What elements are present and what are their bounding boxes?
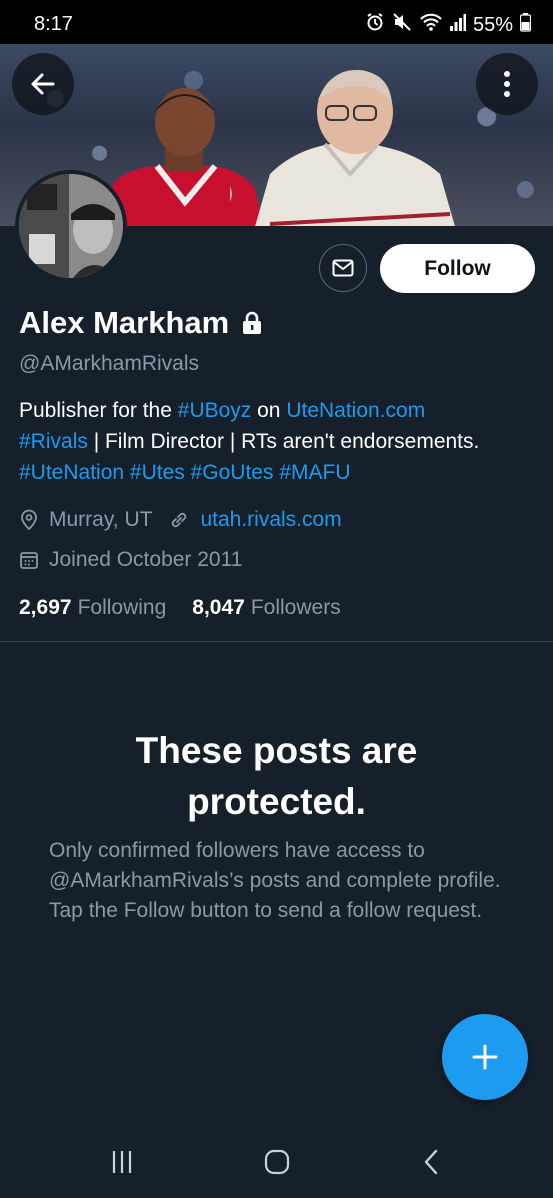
wifi-icon <box>419 12 443 38</box>
follow-counts: 2,697 Following 8,047 Followers <box>19 596 341 620</box>
hashtag-link[interactable]: #MAFU <box>279 461 350 484</box>
recents-button[interactable] <box>102 1146 142 1178</box>
banner-coach-figure <box>230 70 455 226</box>
avatar-photo <box>19 174 123 278</box>
section-divider <box>0 641 553 642</box>
hashtag-link[interactable]: #Rivals <box>19 430 88 453</box>
bio-text: on <box>251 399 287 422</box>
link-icon <box>172 512 187 528</box>
calendar-icon <box>20 552 38 569</box>
avatar[interactable] <box>15 170 127 282</box>
location-text: Murray, UT <box>49 508 153 531</box>
message-button[interactable] <box>319 244 367 292</box>
hashtag-link[interactable]: #Utes <box>130 461 185 484</box>
envelope-icon <box>332 259 354 277</box>
protected-title-line: protected. <box>187 781 366 822</box>
following-label: Following <box>77 596 167 619</box>
battery-icon <box>519 12 532 38</box>
profile-handle: @AMarkhamRivals <box>19 352 200 375</box>
following-link[interactable]: 2,697 Following <box>19 596 166 620</box>
back-button[interactable] <box>12 53 74 115</box>
compose-fab[interactable] <box>442 1014 528 1100</box>
system-back-button[interactable] <box>412 1146 452 1178</box>
joined-row: Joined October 2011 <box>19 548 242 572</box>
joined-text: Joined October 2011 <box>49 548 243 571</box>
followers-label: Followers <box>250 596 341 619</box>
bio-text: Publisher for the <box>19 399 178 422</box>
home-icon <box>264 1149 290 1175</box>
lock-icon <box>243 311 262 334</box>
website-link[interactable]: utah.rivals.com <box>200 508 341 532</box>
signal-icon <box>449 12 466 38</box>
back-icon <box>424 1149 438 1175</box>
location-pin-icon <box>21 509 37 531</box>
hashtag-link[interactable]: #GoUtes <box>191 461 274 484</box>
hashtag-link[interactable]: #UteNation <box>19 461 124 484</box>
plus-icon <box>472 1044 498 1070</box>
mute-icon <box>392 12 412 38</box>
protected-description: Only confirmed followers have access to … <box>49 839 501 922</box>
battery-percent: 55% <box>472 13 513 36</box>
status-time: 8:17 <box>34 13 73 35</box>
system-nav-bar <box>0 1126 553 1198</box>
more-options-button[interactable] <box>476 53 538 115</box>
alarm-icon <box>365 12 385 38</box>
status-icons: 55% <box>365 12 532 38</box>
protected-title-line: These posts are <box>135 730 418 771</box>
status-bar: 8:17 55% <box>0 0 553 44</box>
profile-bio: Publisher for the #UBoyz on UteNation.co… <box>19 395 539 488</box>
following-count: 2,697 <box>19 596 72 619</box>
display-name: Alex Markham <box>19 305 230 340</box>
home-button[interactable] <box>257 1146 297 1178</box>
bio-url-link[interactable]: UteNation.com <box>286 399 425 422</box>
hashtag-link[interactable]: #UBoyz <box>178 399 252 422</box>
follow-button[interactable]: Follow <box>380 244 535 293</box>
followers-count: 8,047 <box>192 596 245 619</box>
followers-link[interactable]: 8,047 Followers <box>192 596 340 620</box>
profile-meta-row: Murray, UT utah.rivals.com <box>19 508 342 532</box>
more-vertical-icon <box>504 71 510 97</box>
recents-icon <box>112 1151 132 1173</box>
profile-name-row: Alex Markham <box>19 305 263 341</box>
protected-title: These posts are protected. <box>60 725 493 827</box>
bio-text: | Film Director | RTs aren't endorsement… <box>87 430 480 453</box>
arrow-left-icon <box>31 73 55 95</box>
